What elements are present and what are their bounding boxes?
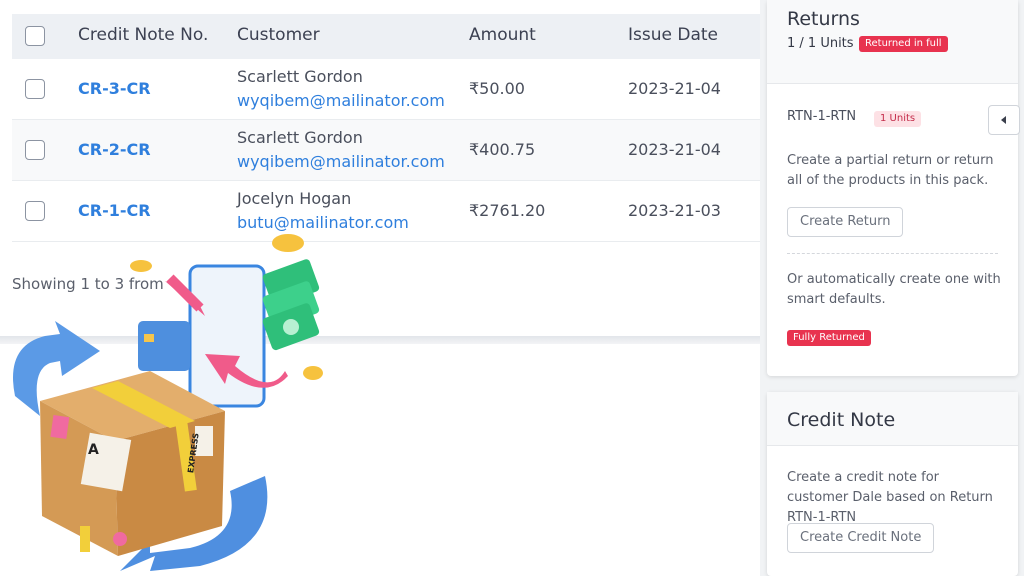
customer-name: Jocelyn Hogan — [237, 189, 352, 208]
customer-email-link[interactable]: wyqibem@mailinator.com — [237, 152, 445, 171]
customer-name: Scarlett Gordon — [237, 67, 363, 86]
auto-return-text: Or automatically create one with smart d… — [787, 272, 1001, 307]
row-checkbox[interactable] — [25, 140, 45, 160]
return-id: RTN-1-RTN — [787, 109, 857, 124]
cash-icon — [262, 259, 320, 351]
credit-note-title: Credit Note — [787, 409, 896, 431]
credit-note-card: Credit Note Create a credit note for cus… — [767, 392, 1018, 576]
collapse-panel-button[interactable] — [988, 105, 1020, 135]
box-icon: A EXPRESS — [40, 371, 225, 556]
row-checkbox[interactable] — [25, 201, 45, 221]
amount: ₹400.75 — [469, 140, 536, 159]
header-issue-date[interactable]: Issue Date — [628, 25, 718, 45]
returns-card: Returns 1 / 1 Units Returned in full RTN… — [767, 0, 1018, 376]
table-header: Credit Note No. Customer Amount Issue Da… — [12, 14, 760, 59]
select-all-checkbox[interactable] — [25, 26, 45, 46]
package-return-illustration: A EXPRESS — [13, 234, 323, 571]
return-units-badge: 1 Units — [874, 111, 922, 127]
credit-note-link[interactable]: CR-2-CR — [78, 140, 151, 159]
status-badge: Returned in full — [859, 36, 948, 52]
customer-name: Scarlett Gordon — [237, 128, 363, 147]
credit-note-card-header: Credit Note — [767, 392, 1018, 446]
divider — [787, 253, 998, 254]
coin-icon — [130, 260, 152, 272]
table-row[interactable]: CR-2-CR Scarlett Gordon wyqibem@mailinat… — [12, 120, 760, 181]
amount: ₹50.00 — [469, 79, 525, 98]
issue-date: 2023-21-04 — [628, 140, 721, 159]
customer-email-link[interactable]: wyqibem@mailinator.com — [237, 91, 445, 110]
chevron-left-icon — [1001, 116, 1006, 124]
header-customer[interactable]: Customer — [237, 25, 320, 45]
header-amount[interactable]: Amount — [469, 25, 536, 45]
credit-note-description: Create a credit note for customer Dale b… — [787, 470, 993, 525]
coin-icon — [272, 234, 304, 252]
row-checkbox[interactable] — [25, 79, 45, 99]
returns-title: Returns — [787, 8, 860, 30]
returns-units: 1 / 1 Units — [787, 36, 854, 51]
credit-note-link[interactable]: CR-3-CR — [78, 79, 151, 98]
table-row[interactable]: CR-3-CR Scarlett Gordon wyqibem@mailinat… — [12, 59, 760, 120]
card-chip — [144, 334, 154, 342]
credit-card-icon — [138, 321, 190, 371]
returns-card-header: Returns 1 / 1 Units Returned in full — [767, 0, 1018, 84]
coin-icon — [303, 366, 323, 380]
header-credit-note-no[interactable]: Credit Note No. — [78, 25, 208, 45]
fully-returned-badge: Fully Returned — [787, 330, 871, 346]
create-return-button[interactable]: Create Return — [787, 207, 904, 237]
amount: ₹2761.20 — [469, 201, 546, 220]
issue-date: 2023-21-04 — [628, 79, 721, 98]
create-credit-note-button[interactable]: Create Credit Note — [787, 523, 935, 553]
box-label-letter: A — [88, 442, 99, 458]
issue-date: 2023-21-03 — [628, 201, 721, 220]
partial-return-text: Create a partial return or return all of… — [787, 153, 994, 188]
credit-note-link[interactable]: CR-1-CR — [78, 201, 151, 220]
